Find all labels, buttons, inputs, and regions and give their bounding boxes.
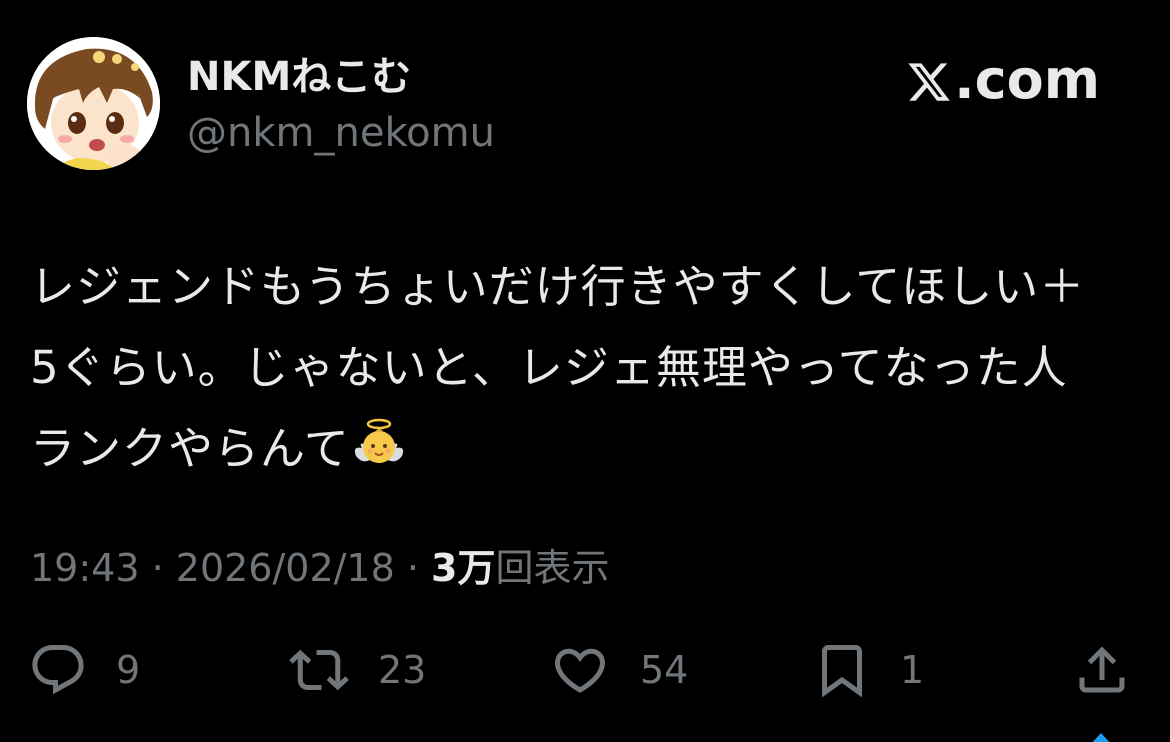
tweet-date[interactable]: 2026/02/18	[176, 546, 395, 590]
separator: ·	[139, 546, 176, 590]
bookmark-count: 1	[900, 648, 925, 692]
x-logo-icon	[906, 57, 952, 103]
reply-button[interactable]: 9	[28, 640, 140, 700]
bookmark-icon	[812, 640, 872, 700]
like-button[interactable]: 54	[548, 640, 688, 700]
tweet-line: レジェンドもうちょいだけ行きやすくしてほしい＋	[30, 260, 1086, 313]
tweet-text: レジェンドもうちょいだけ行きやすくしてほしい＋ 5ぐらい。じゃないと、レジェ無理…	[30, 246, 1140, 489]
retweet-count: 23	[378, 648, 427, 692]
user-handle[interactable]: @nkm_nekomu	[187, 108, 495, 158]
reply-count: 9	[116, 648, 141, 692]
tweet-meta: 19:43 · 2026/02/18 · 3万回表示	[30, 543, 610, 593]
brand-watermark: .com	[906, 50, 1100, 110]
tweet-line: 5ぐらい。じゃないと、レジェ無理やってなった人	[30, 341, 1068, 394]
baby-angel-icon	[350, 416, 408, 474]
like-count: 54	[640, 648, 689, 692]
share-icon	[1072, 640, 1132, 700]
action-bar: 9 23 54 1	[0, 640, 1170, 700]
separator: ·	[394, 546, 432, 590]
retweet-icon	[284, 640, 354, 700]
bookmark-button[interactable]: 1	[812, 640, 924, 700]
retweet-button[interactable]: 23	[284, 640, 426, 700]
brand-text: .com	[954, 48, 1100, 111]
scroll-indicator	[1090, 733, 1112, 742]
reply-icon	[28, 640, 88, 700]
tweet-time[interactable]: 19:43	[30, 546, 140, 590]
share-button[interactable]	[1072, 640, 1132, 700]
views-count: 3万	[431, 546, 496, 590]
heart-icon	[548, 640, 612, 700]
views-label: 回表示	[495, 546, 610, 590]
avatar[interactable]	[27, 37, 160, 170]
tweet-line: ランクやらんて	[30, 422, 350, 475]
display-name[interactable]: NKMねこむ	[187, 52, 411, 102]
